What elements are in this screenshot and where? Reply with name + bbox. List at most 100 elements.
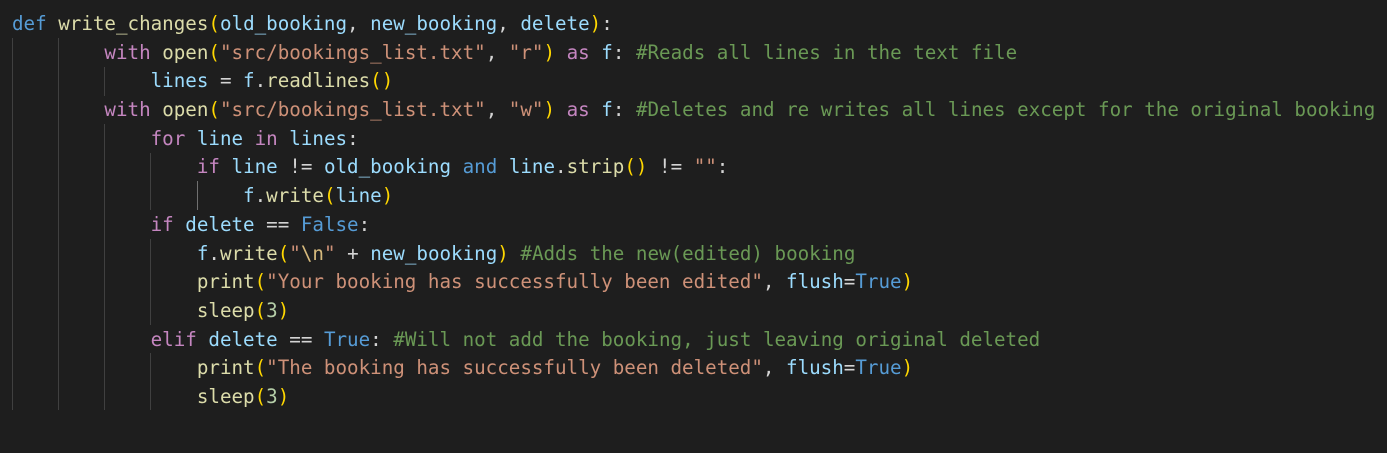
string-literal: "src/bookings_list.txt" [219, 98, 486, 122]
keyword: True [855, 270, 902, 294]
bracket: ) [901, 270, 914, 294]
function-name: write [219, 241, 278, 265]
punctuation: : [347, 126, 359, 150]
punctuation: , [347, 12, 371, 35]
bracket: ( [277, 241, 290, 265]
variable: f [243, 184, 255, 208]
code-line-4[interactable]: with open("src/bookings_list.txt", "w") … [12, 96, 1375, 125]
keyword: with [104, 40, 151, 64]
punctuation: . [254, 69, 267, 93]
punctuation: , [762, 356, 787, 380]
variable: line [335, 184, 382, 208]
variable: line [196, 126, 244, 150]
keyword-argument: flush [786, 270, 844, 294]
code-editor[interactable]: def write_changes(old_booking, new_booki… [0, 0, 1387, 453]
bracket: ) [277, 298, 290, 322]
code-line-2[interactable]: with open("src/bookings_list.txt", "r") … [12, 39, 1375, 68]
keyword: in [254, 126, 278, 150]
comment: #Reads all lines in the text file [635, 40, 1018, 64]
code-line-8[interactable]: if delete == False: [12, 211, 1375, 240]
function-name: print [196, 270, 255, 294]
keyword: True [323, 327, 371, 351]
punctuation: , [485, 40, 509, 64]
bracket: ( [254, 356, 267, 380]
bracket: ) [277, 384, 290, 408]
keyword: as [566, 98, 590, 122]
punctuation: : [612, 98, 625, 122]
string-literal: "Your booking has successfully been edit… [266, 270, 763, 294]
code-line-14[interactable]: sleep(3) [12, 383, 1375, 412]
function-name: open [162, 40, 209, 64]
function-name: write_changes [58, 12, 209, 35]
keyword: True [855, 356, 902, 380]
variable: delete [208, 327, 278, 351]
string-literal: " [289, 241, 301, 265]
variable: line [231, 155, 278, 179]
variable: delete [185, 212, 255, 236]
function-name: print [196, 356, 255, 380]
string-literal: "The booking has successfully been delet… [266, 356, 763, 380]
string-literal: "w" [508, 98, 544, 122]
operator: = [843, 356, 856, 380]
function-name: strip [566, 155, 625, 179]
operator: != [647, 155, 694, 179]
function-name: sleep [196, 298, 255, 322]
keyword: if [196, 155, 220, 179]
comment: #Deletes and re writes all lines except … [635, 98, 1376, 122]
bracket: ( [208, 98, 220, 122]
bracket: () [624, 155, 648, 179]
variable: f [243, 69, 255, 93]
bracket: ( [254, 270, 267, 294]
bracket: () [370, 69, 394, 93]
code-line-12[interactable]: elif delete == True: #Will not add the b… [12, 326, 1375, 355]
code-line-11[interactable]: sleep(3) [12, 297, 1375, 326]
variable: new_booking [370, 241, 498, 265]
bracket: ( [208, 40, 220, 64]
keyword: if [150, 212, 174, 236]
punctuation: : [716, 155, 729, 179]
code-line-10[interactable]: print("Your booking has successfully bee… [12, 268, 1375, 297]
bracket: ( [208, 12, 220, 35]
code-lines[interactable]: def write_changes(old_booking, new_booki… [12, 10, 1375, 412]
keyword: False [300, 212, 359, 236]
variable: lines [289, 126, 348, 150]
code-line-5[interactable]: for line in lines: [12, 125, 1375, 154]
number-literal: 3 [266, 298, 278, 322]
bracket: ) [497, 241, 509, 265]
function-name: sleep [196, 384, 255, 408]
number-literal: 3 [266, 384, 278, 408]
punctuation: . [254, 184, 267, 208]
code-line-13[interactable]: print("The booking has successfully been… [12, 354, 1375, 383]
bracket: ) [543, 98, 556, 122]
punctuation: : [370, 327, 382, 351]
bracket: ( [254, 298, 267, 322]
code-line-6[interactable]: if line != old_booking and line.strip() … [12, 153, 1375, 182]
bracket: ) [901, 356, 914, 380]
code-line-1[interactable]: def write_changes(old_booking, new_booki… [12, 10, 1375, 39]
operator: = [843, 270, 856, 294]
bracket: ( [254, 384, 267, 408]
variable: lines [150, 69, 209, 93]
string-literal: "r" [508, 40, 544, 64]
code-line-7[interactable]: f.write(line) [12, 182, 1375, 211]
bracket: ) [543, 40, 556, 64]
parameter: old_booking [219, 12, 348, 35]
bracket: ) [589, 12, 602, 35]
code-line-3[interactable]: lines = f.readlines() [12, 67, 1375, 96]
punctuation: : [601, 12, 613, 35]
keyword: def [12, 12, 47, 35]
parameter: delete [520, 12, 590, 35]
punctuation: , [497, 12, 521, 35]
string-literal: "" [693, 155, 717, 179]
function-name: write [266, 184, 324, 208]
bracket: ( [323, 184, 336, 208]
comment: #Will not add the booking, just leaving … [393, 327, 1041, 351]
string-literal: " [323, 241, 336, 265]
variable: old_booking [323, 155, 452, 179]
punctuation: : [612, 40, 625, 64]
variable: f [601, 98, 613, 122]
keyword: for [150, 126, 186, 150]
keyword: as [566, 40, 590, 64]
code-line-9[interactable]: f.write("\n" + new_booking) #Adds the ne… [12, 240, 1375, 269]
keyword-argument: flush [786, 356, 844, 380]
